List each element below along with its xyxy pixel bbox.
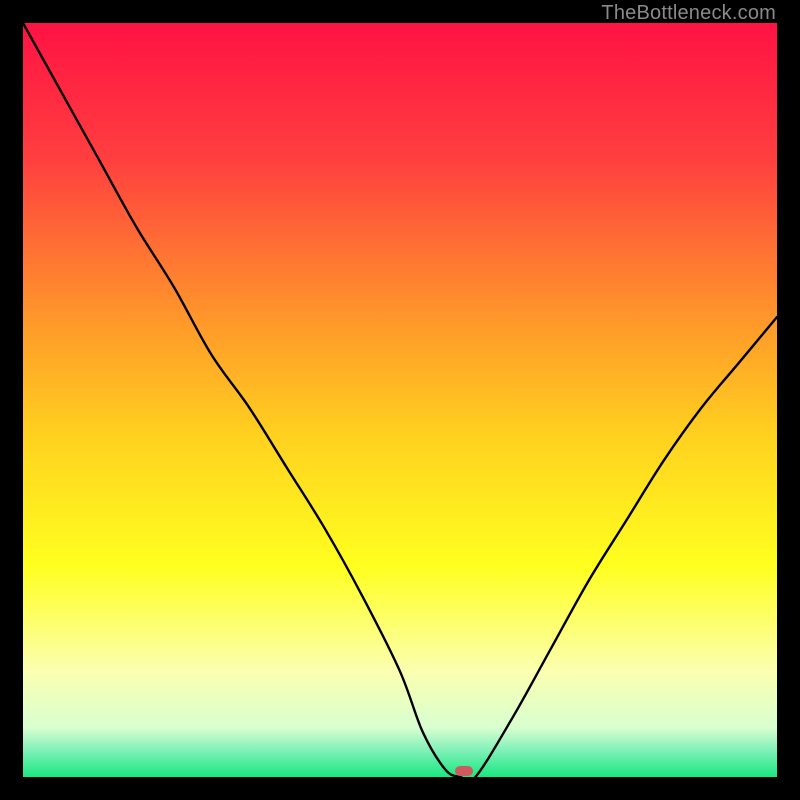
curve-layer	[23, 23, 777, 777]
bottleneck-curve	[23, 23, 777, 777]
plot-area	[23, 23, 777, 777]
watermark-text: TheBottleneck.com	[601, 2, 776, 25]
chart-frame: TheBottleneck.com	[0, 0, 800, 800]
optimal-marker	[455, 766, 473, 776]
